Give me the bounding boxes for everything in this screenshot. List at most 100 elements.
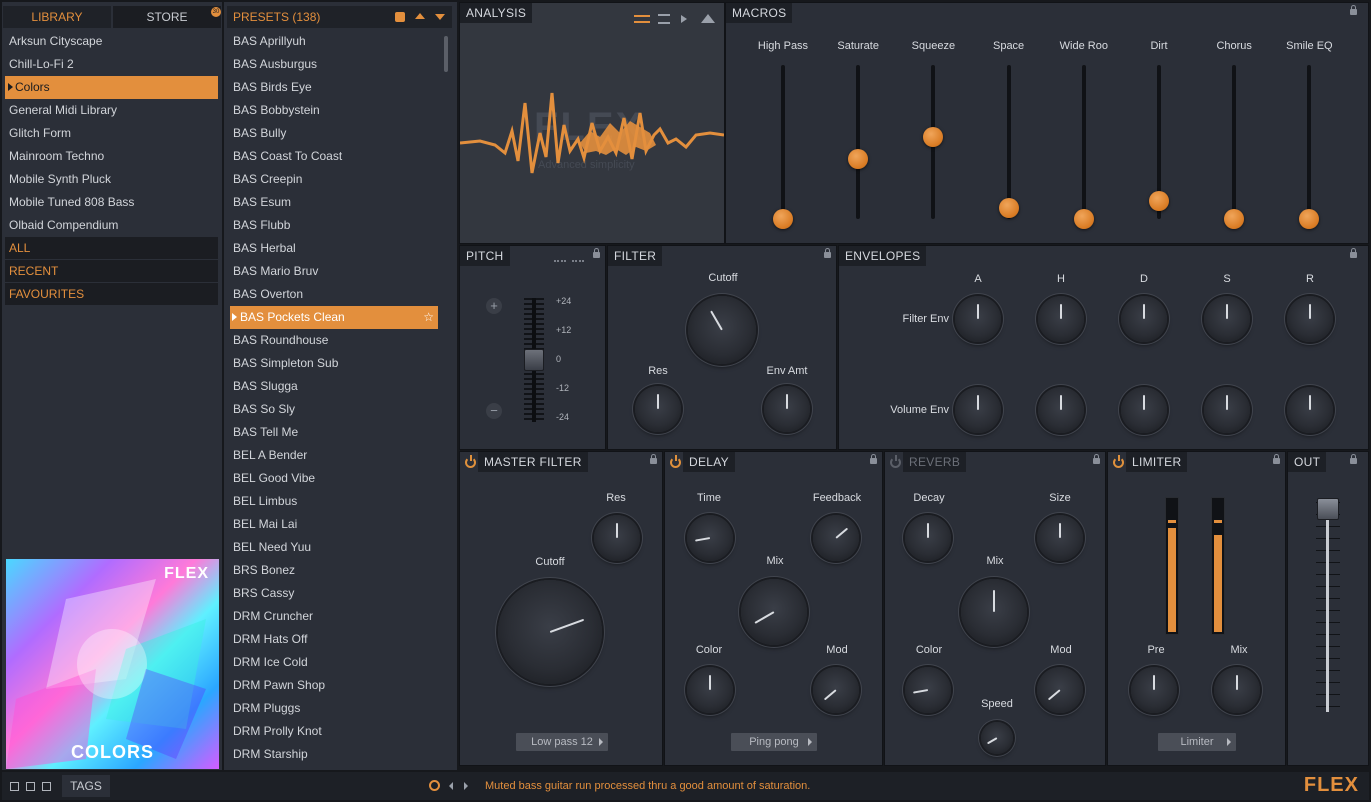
macro-slider-track[interactable] <box>1081 65 1086 219</box>
reverb-lock-icon[interactable] <box>1093 454 1100 464</box>
envelope-knob[interactable] <box>955 387 1001 433</box>
library-section-all[interactable]: ALL <box>5 237 218 260</box>
out-fader-handle[interactable] <box>1317 498 1339 520</box>
spectrum-view-icon[interactable] <box>658 14 670 24</box>
macro-slider-track[interactable] <box>1232 65 1237 219</box>
macro-slider-track[interactable] <box>1006 65 1011 219</box>
preset-item[interactable]: DRM Cruncher <box>230 605 438 628</box>
macro-slider-track[interactable] <box>1307 65 1312 219</box>
envelope-knob[interactable] <box>1287 296 1333 342</box>
favourite-star-icon[interactable]: ☆ <box>423 306 434 329</box>
macro-slider-handle[interactable] <box>1299 209 1320 229</box>
preset-item[interactable]: DRM Pawn Shop <box>230 674 438 697</box>
master-filter-lock-icon[interactable] <box>650 454 657 464</box>
library-item[interactable]: Glitch Form <box>5 122 218 145</box>
preset-item[interactable]: BAS Birds Eye <box>230 76 438 99</box>
preset-item[interactable]: BAS Coast To Coast <box>230 145 438 168</box>
preset-item[interactable]: BAS Tell Me <box>230 421 438 444</box>
reverb-size-knob[interactable] <box>1037 515 1083 561</box>
preset-item[interactable]: BEL Mai Lai <box>230 513 438 536</box>
preset-item[interactable]: BAS Aprillyuh <box>230 30 438 53</box>
library-item[interactable]: Mainroom Techno <box>5 145 218 168</box>
filter-envamt-knob[interactable] <box>764 386 810 432</box>
collapse-arrow-icon[interactable] <box>449 782 453 790</box>
library-item[interactable]: Olbaid Compendium <box>5 214 218 237</box>
envelope-knob[interactable] <box>1038 296 1084 342</box>
library-item[interactable]: Mobile Synth Pluck <box>5 168 218 191</box>
level-view-icon[interactable] <box>701 14 715 23</box>
envelope-knob[interactable] <box>1038 387 1084 433</box>
pitch-glide-icon[interactable] <box>554 254 566 262</box>
pitch-up-button[interactable]: + <box>486 298 502 314</box>
preset-item[interactable]: BAS Herbal <box>230 237 438 260</box>
layout-single-icon[interactable] <box>10 782 19 791</box>
tab-store[interactable]: STORE <box>113 6 221 28</box>
envelope-knob[interactable] <box>1204 296 1250 342</box>
envelope-knob[interactable] <box>955 296 1001 342</box>
envelope-knob[interactable] <box>1121 387 1167 433</box>
preset-item[interactable]: BEL Good Vibe <box>230 467 438 490</box>
preset-item[interactable]: BEL Need Yuu <box>230 536 438 559</box>
library-section-favourites[interactable]: FAVOURITES <box>5 283 218 306</box>
pitch-legato-icon[interactable] <box>572 254 584 262</box>
macro-slider-handle[interactable] <box>1224 209 1245 229</box>
expand-arrow-icon[interactable] <box>464 782 468 790</box>
random-dice-icon[interactable] <box>395 12 405 22</box>
preset-item[interactable]: DRM Pluggs <box>230 697 438 720</box>
preset-item[interactable]: BRS Cassy <box>230 582 438 605</box>
reverb-mix-knob[interactable] <box>961 579 1027 645</box>
library-item[interactable]: Arksun Cityscape <box>5 30 218 53</box>
filter-res-knob[interactable] <box>635 386 681 432</box>
reverb-power-icon[interactable] <box>890 455 901 468</box>
preset-item[interactable]: BAS So Sly <box>230 398 438 421</box>
reverb-decay-knob[interactable] <box>905 515 951 561</box>
preset-item[interactable]: BAS Bully <box>230 122 438 145</box>
pitch-down-button[interactable]: − <box>486 403 502 419</box>
delay-lock-icon[interactable] <box>870 454 877 464</box>
pitch-lock-icon[interactable] <box>593 248 600 258</box>
delay-mix-knob[interactable] <box>741 579 807 645</box>
waveform-view-icon[interactable] <box>634 15 650 23</box>
preset-item[interactable]: BAS Esum <box>230 191 438 214</box>
preset-item[interactable]: BAS Pockets Clean ☆ <box>230 306 438 329</box>
limiter-pre-knob[interactable] <box>1131 667 1177 713</box>
preset-item[interactable]: DRM Prolly Knot <box>230 720 438 743</box>
next-preset-icon[interactable] <box>435 14 445 20</box>
preset-scrollbar[interactable] <box>444 36 448 72</box>
macro-slider-track[interactable] <box>856 65 861 219</box>
preset-item[interactable]: BAS Slugga <box>230 375 438 398</box>
preset-item[interactable]: DRM Ice Cold <box>230 651 438 674</box>
macro-slider-handle[interactable] <box>1073 209 1094 229</box>
preset-item[interactable]: BEL A Bender <box>230 444 438 467</box>
preset-item[interactable]: BAS Flubb <box>230 214 438 237</box>
preset-item[interactable]: BAS Roundhouse <box>230 329 438 352</box>
preset-item[interactable]: BAS Ausburgus <box>230 53 438 76</box>
delay-mod-knob[interactable] <box>813 667 859 713</box>
reverb-speed-knob[interactable] <box>981 722 1013 754</box>
macro-slider-track[interactable] <box>781 65 785 219</box>
preset-item[interactable]: BAS Creepin <box>230 168 438 191</box>
layout-grid-icon[interactable] <box>42 782 51 791</box>
limiter-mode-select[interactable]: Limiter <box>1158 733 1236 751</box>
preset-item[interactable]: DRM Starship <box>230 743 438 766</box>
library-item[interactable]: Chill-Lo-Fi 2 <box>5 53 218 76</box>
library-item[interactable]: Mobile Tuned 808 Bass <box>5 191 218 214</box>
macro-slider-handle[interactable] <box>773 209 793 229</box>
library-item[interactable]: Colors <box>5 76 218 99</box>
delay-mode-select[interactable]: Ping pong <box>731 733 817 751</box>
preset-item[interactable]: BAS Bobbystein <box>230 99 438 122</box>
reverb-color-knob[interactable] <box>905 667 951 713</box>
envelope-knob[interactable] <box>1204 387 1250 433</box>
macro-slider-handle[interactable] <box>1149 190 1169 211</box>
preset-item[interactable]: BAS Simpleton Sub <box>230 352 438 375</box>
envelope-knob[interactable] <box>1121 296 1167 342</box>
preset-item[interactable]: BRS Bonez <box>230 559 438 582</box>
preset-item[interactable]: BAS Mario Bruv <box>230 260 438 283</box>
envelope-knob[interactable] <box>1287 387 1333 433</box>
master-filter-power-icon[interactable] <box>465 455 476 468</box>
master-filter-res-knob[interactable] <box>594 515 640 561</box>
layout-split-icon[interactable] <box>26 782 35 791</box>
delay-color-knob[interactable] <box>687 667 733 713</box>
preset-item[interactable]: BAS Overton <box>230 283 438 306</box>
macro-slider-handle[interactable] <box>923 127 944 148</box>
